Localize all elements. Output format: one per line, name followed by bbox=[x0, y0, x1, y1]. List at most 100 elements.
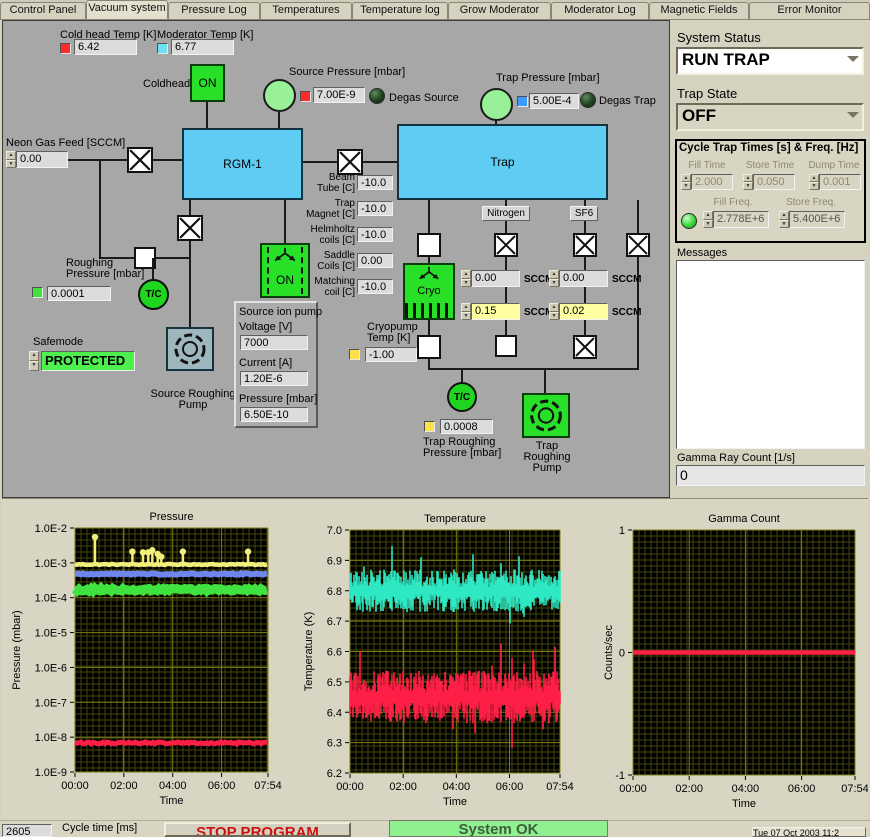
trap-roughing-pressure-label: Trap Roughing Pressure [mbar] bbox=[423, 436, 502, 459]
cryo-hatch bbox=[405, 303, 453, 318]
messages-listbox[interactable] bbox=[676, 260, 865, 449]
store-freq-value[interactable]: 5.400E+6 bbox=[789, 211, 845, 228]
sf6-act-value[interactable]: 0.02 bbox=[559, 303, 608, 320]
trap-roughing-pump[interactable] bbox=[522, 393, 570, 438]
trap-roughing-pressure-led bbox=[424, 421, 435, 432]
source-pressure-gauge-icon bbox=[263, 79, 296, 112]
cycle-time-label: Cycle time [ms] bbox=[62, 822, 138, 834]
degas-source-label: Degas Source bbox=[389, 92, 459, 104]
sf6-valve-icon[interactable] bbox=[573, 233, 597, 257]
stop-program-button[interactable]: STOP PROGRAM bbox=[164, 822, 351, 837]
tab-vacuum-system[interactable]: Vacuum system bbox=[86, 0, 168, 19]
svg-text:0: 0 bbox=[619, 648, 625, 660]
svg-text:6.7: 6.7 bbox=[327, 616, 342, 628]
sf6-set-value[interactable]: 0.00 bbox=[559, 270, 608, 287]
pipe bbox=[284, 200, 286, 243]
svg-text:06:00: 06:00 bbox=[788, 783, 816, 795]
trap-magnet-label: Trap Magnet [C] bbox=[306, 198, 355, 220]
saddle-coils-value: 0.00 bbox=[357, 253, 393, 268]
svg-text:Temperature (K): Temperature (K) bbox=[303, 612, 315, 691]
tab-temperature-log[interactable]: Temperature log bbox=[352, 2, 448, 19]
svg-text:1.0E-3: 1.0E-3 bbox=[35, 558, 67, 570]
neon-feed-spinner[interactable]: ▲ ▼ bbox=[6, 151, 16, 168]
svg-text:00:00: 00:00 bbox=[61, 780, 89, 792]
trap-box: Trap bbox=[397, 124, 608, 200]
svg-text:6.8: 6.8 bbox=[327, 586, 342, 598]
svg-text:1.0E-8: 1.0E-8 bbox=[35, 732, 67, 744]
safemode-value[interactable]: PROTECTED bbox=[41, 351, 135, 371]
store-time-label: Store Time bbox=[745, 160, 795, 171]
trap-pressure-gauge-icon bbox=[480, 88, 513, 121]
rgm-roughing-valve-icon[interactable] bbox=[177, 215, 203, 241]
sf6-set-spinner[interactable]: ▲ ▼ bbox=[549, 270, 559, 287]
tab-temperatures[interactable]: Temperatures bbox=[260, 2, 352, 19]
svg-text:1.0E-7: 1.0E-7 bbox=[35, 697, 67, 709]
vent-valve-icon[interactable] bbox=[626, 233, 650, 257]
source-pressure-value: 7.00E-9 bbox=[313, 87, 365, 103]
store-time-value[interactable]: 0.050 bbox=[753, 174, 795, 190]
degas-trap-label: Degas Trap bbox=[599, 95, 656, 107]
neon-feed-value[interactable]: 0.00 bbox=[16, 151, 68, 168]
n2-roughing-valve-open-icon[interactable] bbox=[495, 335, 517, 357]
system-status-dropdown[interactable]: RUN TRAP bbox=[676, 47, 864, 75]
tab-grow-moderator[interactable]: Grow Moderator bbox=[448, 2, 551, 19]
trap-pressure-value: 5.00E-4 bbox=[529, 93, 579, 109]
store-freq-label: Store Freq. bbox=[785, 197, 837, 208]
cold-head-led bbox=[60, 43, 71, 54]
n2-set-spinner[interactable]: ▲ ▼ bbox=[461, 270, 471, 287]
ion-pump-state: ON bbox=[276, 273, 294, 287]
fill-freq-spinner[interactable]: ▲ ▼ bbox=[703, 211, 713, 228]
roughing-pressure-label: Roughing Pressure [mbar] bbox=[66, 257, 145, 280]
store-time-spinner[interactable]: ▲ ▼ bbox=[743, 174, 753, 190]
svg-text:Gamma Count: Gamma Count bbox=[708, 513, 780, 525]
cryo-pump[interactable]: Cryo bbox=[403, 263, 455, 320]
source-roughing-pump[interactable] bbox=[166, 327, 214, 371]
cycle-status-led bbox=[681, 213, 697, 229]
source-ion-pump-on-button[interactable]: ON bbox=[260, 243, 310, 298]
gamma-ray-count-value: 0 bbox=[676, 465, 865, 486]
svg-text:1: 1 bbox=[619, 525, 625, 537]
sf6-roughing-valve-icon[interactable] bbox=[573, 335, 597, 359]
fill-time-value[interactable]: 2.000 bbox=[691, 174, 733, 190]
gamma-count-chart: 1 0 -100:00 02:00 04:00 06:00 07:54 Gamma Count… bbox=[603, 513, 868, 810]
source-roughing-pump-label: Source Roughing Pump bbox=[150, 388, 236, 411]
matching-coil-label: Matching coil [C] bbox=[314, 276, 355, 298]
n2-set-value[interactable]: 0.00 bbox=[471, 270, 520, 287]
tab-control-panel[interactable]: Control Panel bbox=[0, 2, 86, 19]
degas-trap-led[interactable] bbox=[580, 92, 596, 108]
dump-time-value[interactable]: 0.001 bbox=[819, 174, 861, 190]
tab-pressure-log[interactable]: Pressure Log bbox=[168, 2, 260, 19]
neon-valve-icon[interactable] bbox=[127, 147, 153, 173]
source-pressure-led bbox=[300, 91, 311, 102]
vacuum-system-window: Control Panel Vacuum system Pressure Log… bbox=[0, 0, 870, 837]
tab-error-monitor[interactable]: Error Monitor bbox=[749, 2, 870, 19]
tab-bar: Control Panel Vacuum system Pressure Log… bbox=[0, 0, 870, 20]
safemode-spinner[interactable]: ▲ ▼ bbox=[29, 351, 39, 371]
coldhead-on-button[interactable]: ON bbox=[190, 64, 225, 102]
svg-text:6.5: 6.5 bbox=[327, 677, 342, 689]
tab-magnetic-fields[interactable]: Magnetic Fields bbox=[649, 2, 749, 19]
ion-pump-title: Source ion pump bbox=[239, 306, 323, 318]
cryopump-temp-value: -1.00 bbox=[365, 347, 417, 362]
beam-tube-label: Beam Tube [C] bbox=[317, 172, 355, 194]
n2-act-value[interactable]: 0.15 bbox=[471, 303, 520, 320]
svg-text:1.0E-2: 1.0E-2 bbox=[35, 523, 67, 535]
cryo-roughing-valve-open-icon[interactable] bbox=[417, 335, 441, 359]
ion-pump-current-value: 1.20E-6 bbox=[240, 371, 308, 386]
nitrogen-valve-icon[interactable] bbox=[494, 233, 518, 257]
svg-text:7.0: 7.0 bbox=[327, 525, 342, 537]
n2-act-spinner[interactable]: ▲ ▼ bbox=[461, 303, 471, 320]
store-freq-spinner[interactable]: ▲ ▼ bbox=[779, 211, 789, 228]
cryopump-temp-label: Cryopump Temp [K] bbox=[367, 321, 418, 344]
svg-text:1.0E-5: 1.0E-5 bbox=[35, 628, 67, 640]
tab-moderator-log[interactable]: Moderator Log bbox=[551, 2, 649, 19]
trap-state-dropdown[interactable]: OFF bbox=[676, 103, 864, 131]
sf6-act-spinner[interactable]: ▲ ▼ bbox=[549, 303, 559, 320]
svg-text:Time: Time bbox=[443, 796, 467, 808]
ion-pump-voltage-label: Voltage [V] bbox=[239, 321, 293, 333]
dump-time-spinner[interactable]: ▲ ▼ bbox=[809, 174, 819, 190]
cryo-valve-open-icon[interactable] bbox=[417, 233, 441, 257]
degas-source-led[interactable] bbox=[369, 88, 385, 104]
fill-freq-value[interactable]: 2.778E+6 bbox=[713, 211, 769, 228]
fill-time-spinner[interactable]: ▲ ▼ bbox=[681, 174, 691, 190]
